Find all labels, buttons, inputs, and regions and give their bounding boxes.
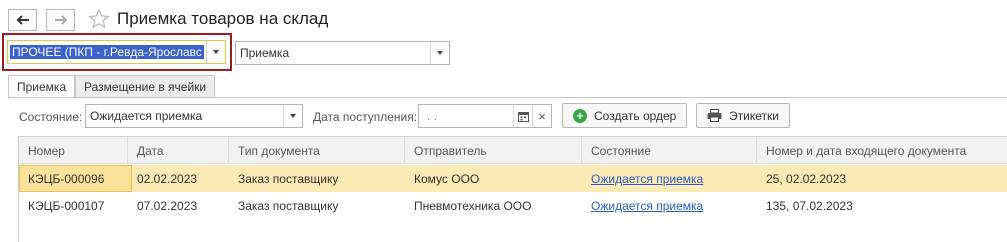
favorite-button[interactable] xyxy=(88,8,110,33)
chevron-down-icon[interactable] xyxy=(430,42,449,64)
clear-icon[interactable]: × xyxy=(532,105,551,127)
calendar-icon[interactable] xyxy=(513,105,532,127)
chevron-down-icon[interactable] xyxy=(283,105,302,127)
state-value: Ожидается приемка xyxy=(90,109,203,123)
labels-button[interactable]: Этикетки xyxy=(696,103,790,128)
page-title: Приемка товаров на склад xyxy=(117,9,329,28)
chevron-down-icon[interactable] xyxy=(206,41,225,63)
date-value: . . xyxy=(427,109,438,123)
create-order-label: Создать ордер xyxy=(594,108,677,123)
star-icon xyxy=(88,8,110,29)
documents-table: Номер Дата Тип документа Отправитель Сос… xyxy=(18,136,1007,242)
tab-priemka[interactable]: Приемка xyxy=(8,75,76,98)
plus-icon: + xyxy=(573,108,587,123)
arrow-left-icon xyxy=(16,15,29,25)
cell-sender: Пневмотехника ООО xyxy=(414,199,532,213)
forward-button[interactable] xyxy=(46,9,75,31)
operation-value: Приемка xyxy=(240,46,290,60)
cell-number: КЭЦБ-000107 xyxy=(28,199,105,213)
column-divider xyxy=(228,137,229,164)
labels-button-label: Этикетки xyxy=(729,108,779,123)
column-divider xyxy=(127,137,128,164)
cell-doc-type: Заказ поставщику xyxy=(238,199,339,213)
cell-incoming-doc: 25, 02.02.2023 xyxy=(766,172,847,186)
cell-date: 02.02.2023 xyxy=(137,172,198,186)
create-order-button[interactable]: + Создать ордер xyxy=(562,103,688,128)
tab-divider xyxy=(8,97,1007,98)
cell-doc-type: Заказ поставщику xyxy=(238,172,339,186)
state-label: Состояние: xyxy=(19,110,83,124)
tab-placement[interactable]: Размещение в ячейки xyxy=(75,75,216,97)
column-divider xyxy=(756,137,757,164)
table-header: Номер Дата Тип документа Отправитель Сос… xyxy=(19,137,1007,164)
status-link[interactable]: Ожидается приемка xyxy=(591,172,703,186)
table-row[interactable]: КЭЦБ-000107 07.02.2023 Заказ поставщику … xyxy=(19,192,1007,219)
date-label: Дата поступления: xyxy=(313,110,418,124)
back-button[interactable] xyxy=(8,9,37,31)
arrow-right-icon xyxy=(54,15,67,25)
status-link[interactable]: Ожидается приемка xyxy=(591,199,703,213)
date-field[interactable]: . . × xyxy=(418,104,552,128)
column-header[interactable]: Тип документа xyxy=(238,144,320,158)
state-select[interactable]: Ожидается приемка xyxy=(85,104,303,128)
column-header[interactable]: Состояние xyxy=(591,144,651,158)
tab-label: Приемка xyxy=(17,80,67,94)
column-header[interactable]: Дата xyxy=(137,144,164,158)
cell-sender: Комус ООО xyxy=(414,172,480,186)
printer-icon xyxy=(707,109,722,122)
column-header[interactable]: Отправитель xyxy=(414,144,487,158)
cell-incoming-doc: 135, 07.02.2023 xyxy=(766,199,853,213)
table-row[interactable]: КЭЦБ-000096 02.02.2023 Заказ поставщику … xyxy=(19,165,1007,192)
warehouse-select[interactable]: ПРОЧЕЕ (ПКП - г.Ревда-Ярославс xyxy=(7,40,226,64)
column-divider xyxy=(404,137,405,164)
column-header[interactable]: Номер xyxy=(28,144,65,158)
cell-date: 07.02.2023 xyxy=(137,199,198,213)
column-divider xyxy=(581,137,582,164)
warehouse-value: ПРОЧЕЕ (ПКП - г.Ревда-Ярославс xyxy=(10,45,204,59)
tab-label: Размещение в ячейки xyxy=(84,79,207,94)
operation-select[interactable]: Приемка xyxy=(235,41,450,65)
column-header[interactable]: Номер и дата входящего документа xyxy=(766,144,966,158)
cell-number: КЭЦБ-000096 xyxy=(28,172,105,186)
